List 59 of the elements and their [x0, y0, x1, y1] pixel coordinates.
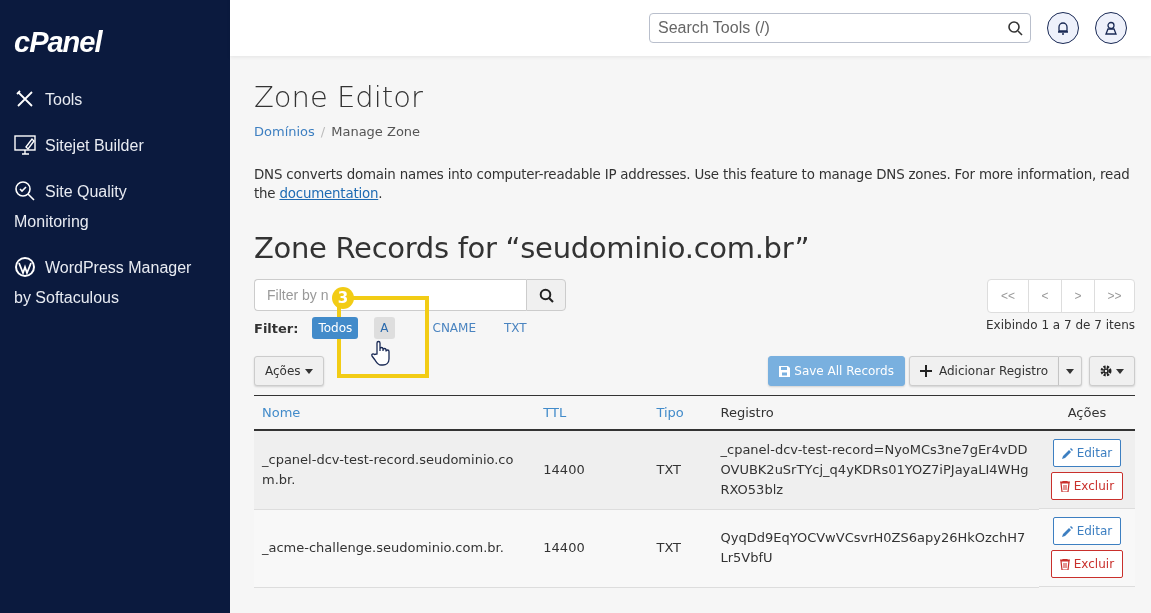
- edit-button[interactable]: Editar: [1052, 517, 1122, 545]
- table-cell: TXT: [648, 509, 713, 587]
- caret-icon: [1116, 368, 1124, 374]
- sidebar-item[interactable]: Site Quality Monitoring: [14, 177, 204, 237]
- breadcrumb-link[interactable]: Domínios: [254, 124, 315, 139]
- pagination-info: Exibindo 1 a 7 de 7 itens: [986, 318, 1135, 332]
- sidebar-item[interactable]: Sitejet Builder: [14, 131, 204, 161]
- table-cell: _cpanel-dcv-test-record.seudominio.com.br.: [254, 430, 536, 509]
- pencil-icon: [1061, 525, 1073, 537]
- search-icon: [1007, 20, 1023, 36]
- pencil-icon: [1061, 447, 1073, 459]
- page-title: Zone Editor: [254, 80, 424, 114]
- plus-icon: [919, 365, 932, 377]
- user-button[interactable]: [1095, 12, 1127, 44]
- zone-records-heading: Zone Records for “seudominio.com.br”: [254, 231, 811, 265]
- table-cell: TXT: [648, 430, 713, 509]
- caret-icon: [1066, 368, 1074, 374]
- breadcrumb-separator: /: [320, 124, 326, 139]
- settings-icon: [1100, 365, 1112, 377]
- wordpress-icon: [14, 256, 36, 278]
- sidebar-item[interactable]: Tools: [14, 85, 204, 115]
- search-icon: [538, 287, 554, 303]
- table-cell: 14400: [535, 430, 649, 509]
- monitor-pen-icon: [14, 134, 36, 156]
- filter-label: Filter:: [254, 320, 299, 336]
- edit-button[interactable]: Editar: [1052, 439, 1122, 467]
- hand-cursor-icon: [370, 340, 392, 366]
- filter-type-button[interactable]: CNAME: [426, 317, 482, 339]
- notifications-button[interactable]: [1047, 12, 1079, 44]
- add-record-button[interactable]: Adicionar Registro: [908, 356, 1059, 386]
- actions-dropdown-button[interactable]: Ações: [254, 356, 324, 386]
- search-field[interactable]: Search Tools (/): [649, 13, 1031, 43]
- pagination-button[interactable]: <<: [988, 280, 1028, 312]
- delete-button[interactable]: Excluir: [1050, 550, 1124, 578]
- settings-dropdown-button[interactable]: [1089, 356, 1135, 386]
- table-cell: QyqDd9EqYOCVwVCsvrH0ZS6apy26HkOzchH7Lr5VbfU: [712, 509, 1039, 587]
- pagination-button[interactable]: >: [1061, 280, 1094, 312]
- filter-type-button[interactable]: A: [374, 317, 395, 339]
- table-cell: 14400: [535, 509, 649, 587]
- pagination-button[interactable]: >>: [1094, 280, 1134, 312]
- add-record-dropdown-button[interactable]: [1059, 356, 1082, 386]
- magnifier-check-icon: [14, 180, 36, 202]
- save-all-records-button[interactable]: Save All Records: [768, 356, 905, 386]
- filter-type-button[interactable]: Todos: [312, 317, 359, 339]
- delete-button[interactable]: Excluir: [1050, 472, 1124, 500]
- pagination-button[interactable]: <: [1028, 280, 1061, 312]
- trash-icon: [1059, 480, 1070, 492]
- description-text: DNS converts domain names into computer-readable IP addresses. Use this feature to manage DNS zones. For more information, read the documentation.: [254, 166, 1131, 203]
- breadcrumb-current: Manage Zone: [331, 124, 421, 139]
- user-icon: [1104, 21, 1118, 35]
- trash-icon: [1059, 558, 1070, 570]
- table-cell: _acme-challenge.seudominio.com.br.: [254, 509, 536, 587]
- search-button[interactable]: [526, 279, 566, 311]
- cpanel-logo: cPanel: [14, 26, 102, 59]
- filter-type-button[interactable]: TXT: [498, 317, 533, 339]
- caret-icon: [304, 368, 313, 374]
- sidebar-item[interactable]: WordPress Manager by Softaculous: [14, 253, 204, 313]
- bell-icon: [1056, 21, 1070, 35]
- table-cell: _cpanel-dcv-test-record=NyoMCs3ne7gEr4vDDOVUBK2uSrTYcj_q4yKDRs01YOZ7iPJayaLI4WHgRXO53blz: [712, 430, 1039, 509]
